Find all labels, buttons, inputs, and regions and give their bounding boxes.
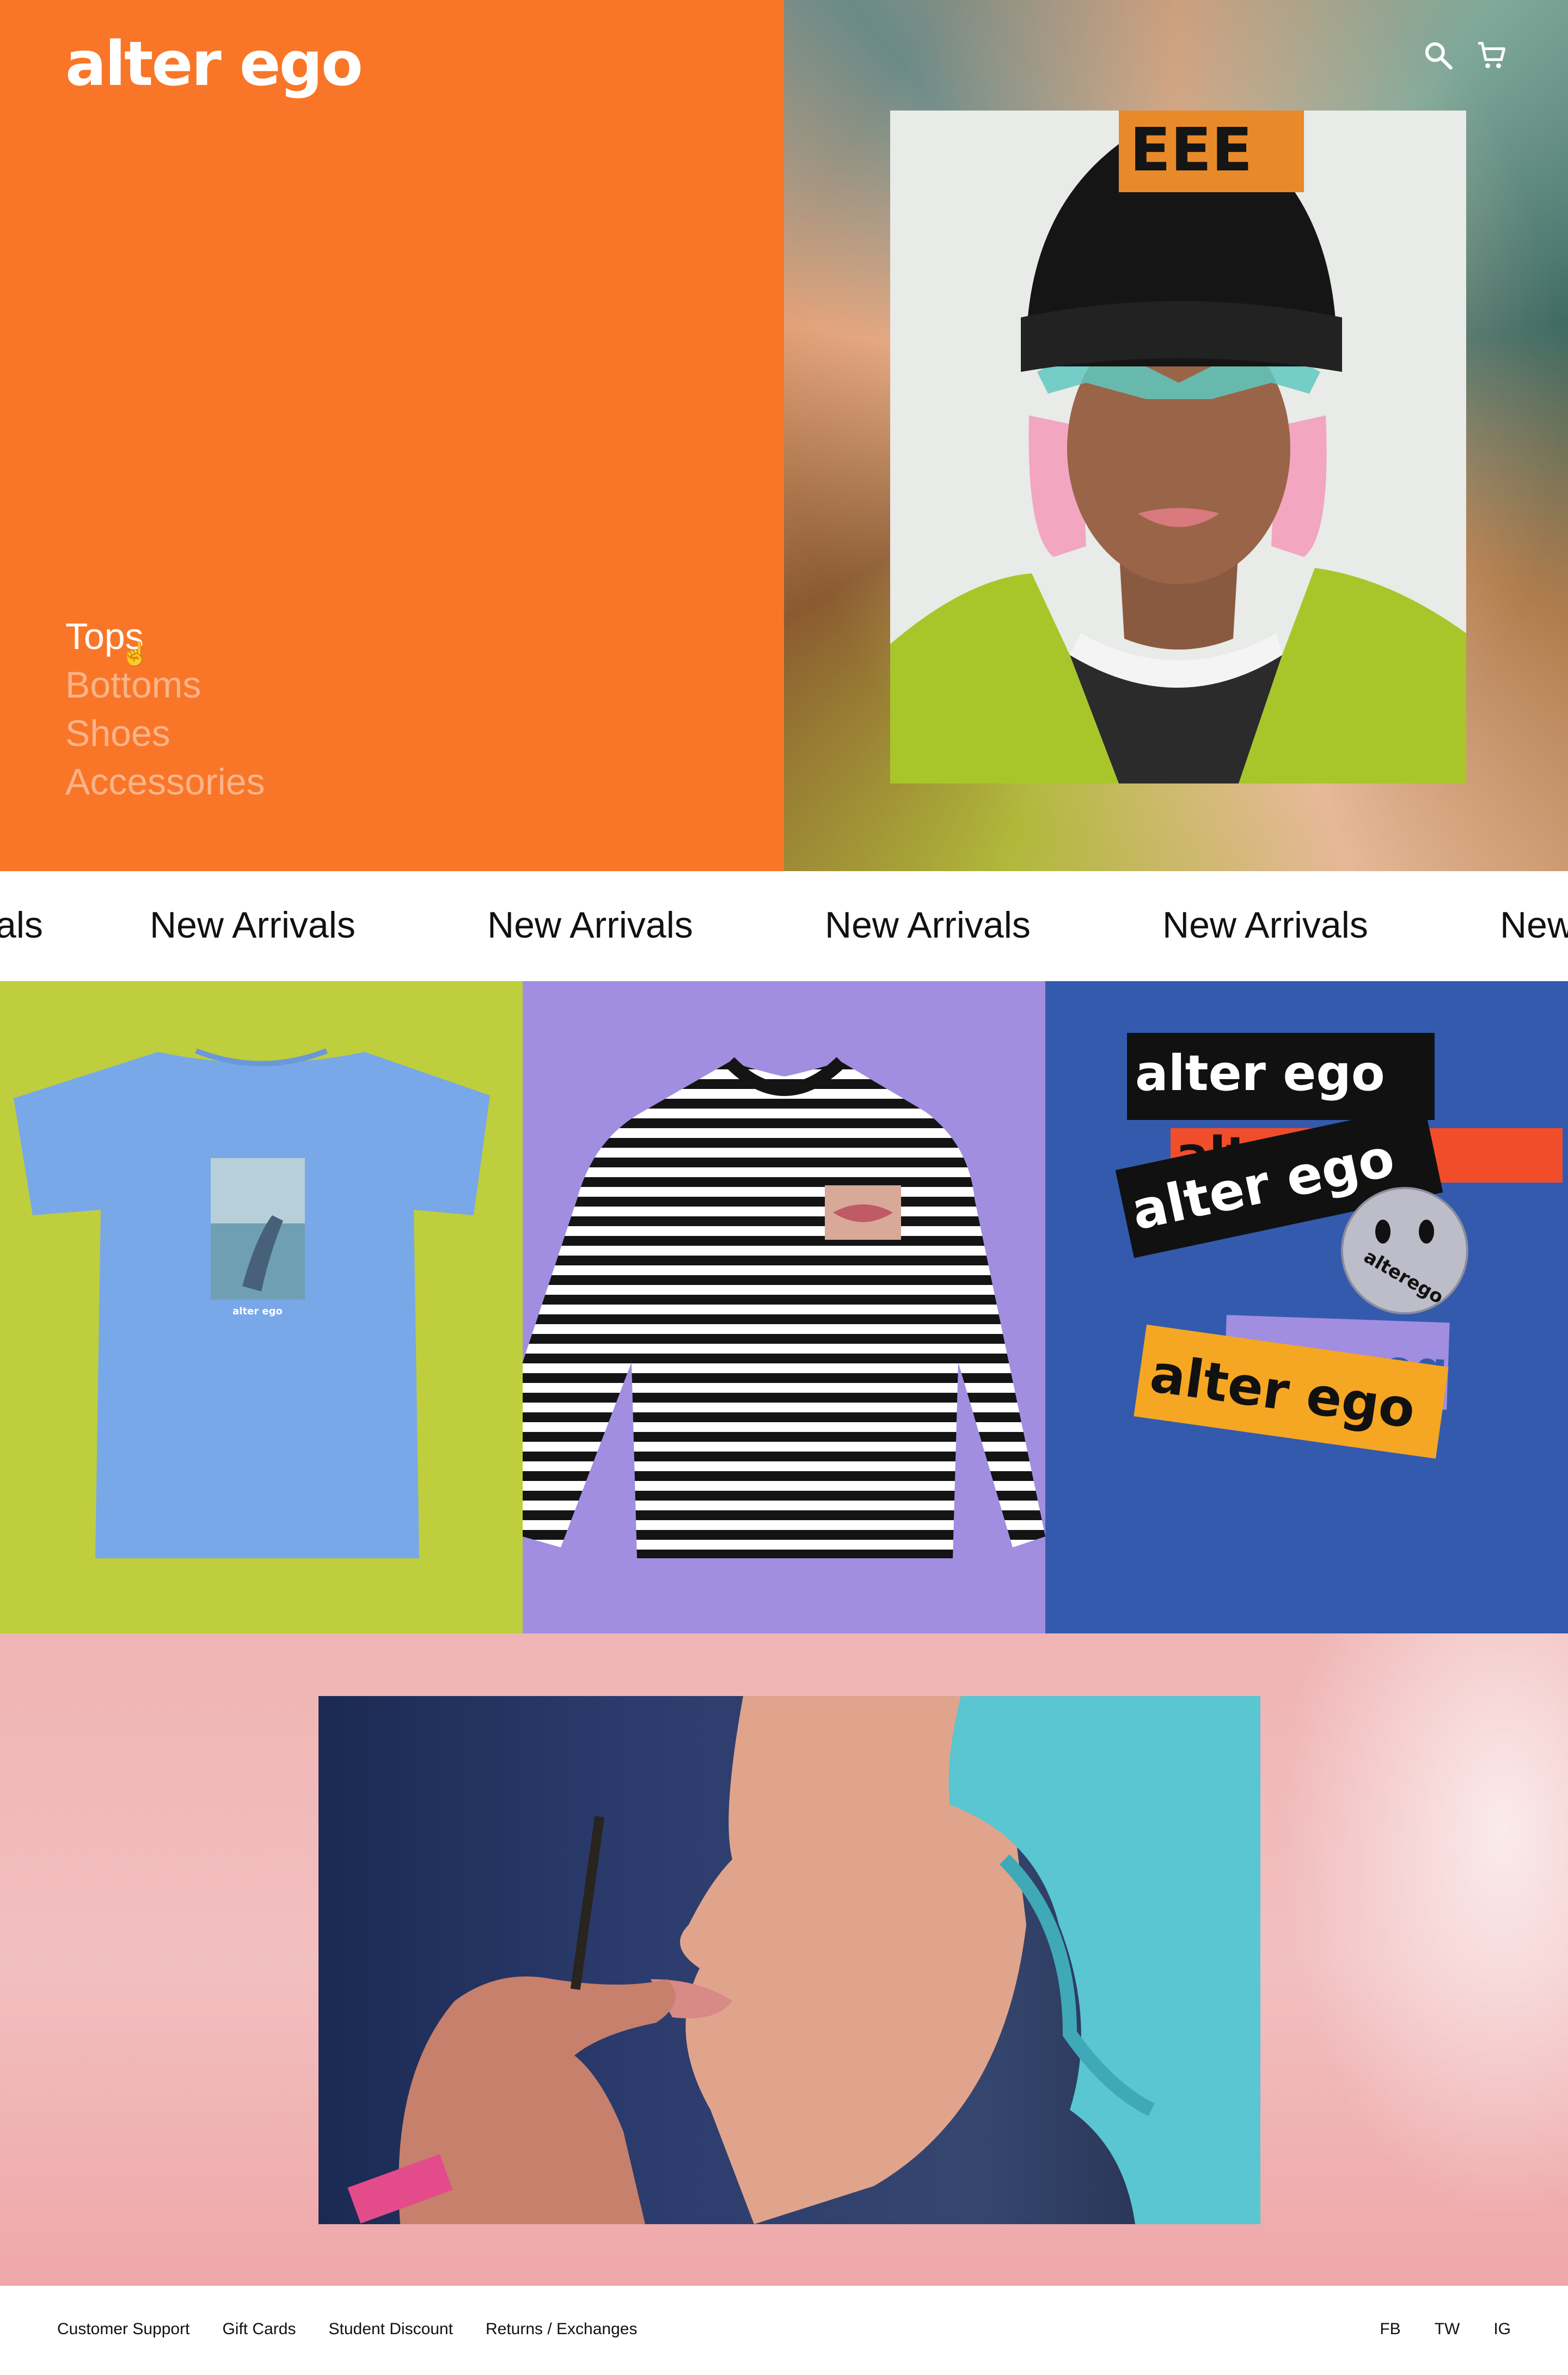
footer-link-customer-support[interactable]: Customer Support <box>57 2320 189 2339</box>
hero-panel: alter ego Tops Bottoms Shoes Accessories… <box>0 0 784 871</box>
page: alter ego Tops Bottoms Shoes Accessories… <box>0 0 1568 2375</box>
marquee-item: New Arrivals <box>487 904 693 946</box>
category-nav: Tops Bottoms Shoes Accessories <box>65 613 265 806</box>
product-tile-tee[interactable]: alter ego <box>0 981 523 1633</box>
social-link-facebook[interactable]: FB <box>1380 2320 1400 2339</box>
product-tile-striped-longsleeve[interactable] <box>523 981 1045 1633</box>
marquee-item: New Arrivals <box>1162 904 1368 946</box>
social-links: FB TW IG <box>1380 2320 1511 2339</box>
marquee-item: New Arrivals <box>150 904 356 946</box>
search-icon <box>1425 42 1453 70</box>
hero-model-photo: EEE <box>890 111 1466 783</box>
hero-image-panel: EEE <box>784 0 1568 871</box>
marquee-item: New <box>1500 904 1568 946</box>
sticker-text: alter ego <box>1135 1045 1385 1102</box>
footer-links: Customer Support Gift Cards Student Disc… <box>57 2320 637 2339</box>
hand-cursor-icon: ☝ <box>121 641 150 666</box>
tee-print-text: alter ego <box>232 1306 283 1317</box>
marquee-item: New Arrivals <box>825 904 1031 946</box>
marquee-item: als <box>0 904 43 946</box>
lifestyle-photo <box>318 1696 1260 2224</box>
svg-text:EEE: EEE <box>1130 115 1252 185</box>
category-tops[interactable]: Tops <box>65 613 265 661</box>
footer-link-student-discount[interactable]: Student Discount <box>328 2320 452 2339</box>
social-link-instagram[interactable]: IG <box>1493 2320 1511 2339</box>
social-link-twitter[interactable]: TW <box>1435 2320 1460 2339</box>
brand-logo[interactable]: alter ego <box>65 34 363 95</box>
cart-button[interactable] <box>1475 39 1508 72</box>
cart-icon <box>1478 42 1505 69</box>
product-tile-sticker-pack[interactable]: alter ego alter ego alter ego alter ego … <box>1045 981 1568 1633</box>
lifestyle-banner <box>0 1633 1568 2286</box>
footer-link-returns-exchanges[interactable]: Returns / Exchanges <box>486 2320 637 2339</box>
search-button[interactable] <box>1422 39 1455 72</box>
site-footer: Customer Support Gift Cards Student Disc… <box>0 2286 1568 2375</box>
category-shoes[interactable]: Shoes <box>65 709 265 758</box>
category-bottoms[interactable]: Bottoms <box>65 661 265 709</box>
category-accessories[interactable]: Accessories <box>65 758 265 806</box>
new-arrivals-marquee[interactable]: als New Arrivals New Arrivals New Arriva… <box>0 871 1568 981</box>
footer-link-gift-cards[interactable]: Gift Cards <box>222 2320 296 2339</box>
